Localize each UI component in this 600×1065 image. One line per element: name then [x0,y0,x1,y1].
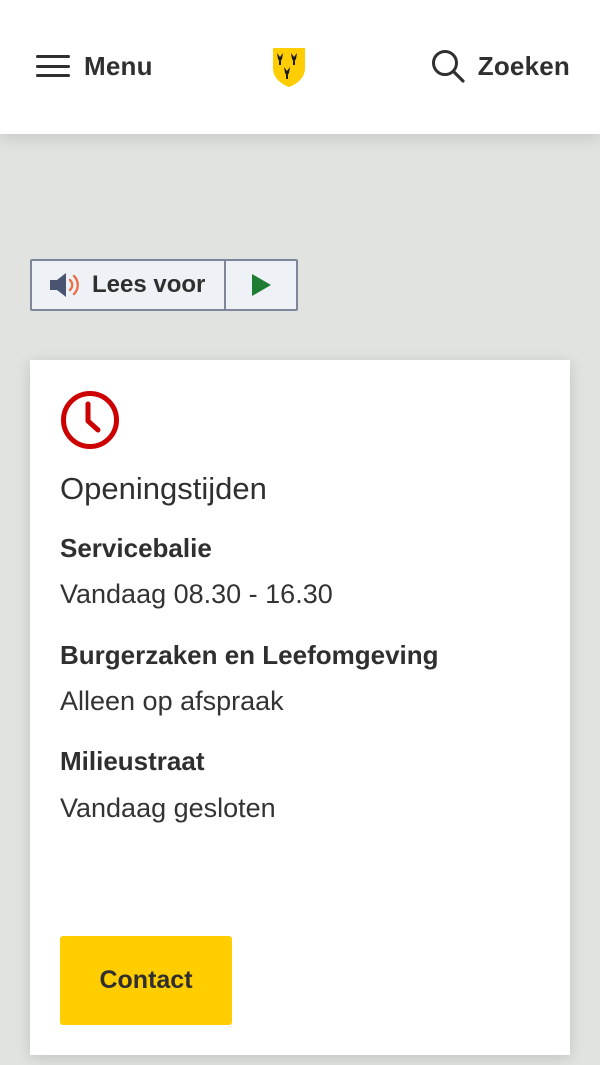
location-name: Burgerzaken en Leefomgeving [60,639,439,670]
search-label: Zoeken [477,50,570,81]
speaker-icon [50,273,79,297]
opening-hours-item-burgerzaken: Burgerzaken en Leefomgeving Alleen op af… [60,640,540,718]
search-button[interactable]: Zoeken [430,46,570,86]
read-aloud-button[interactable]: Lees voor [32,261,226,309]
play-button[interactable] [226,261,296,309]
opening-hours-card: Openingstijden Servicebalie Vandaag 08.3… [30,360,570,1055]
location-name: Servicebalie [60,533,212,564]
location-hours: Alleen op afspraak [60,685,284,716]
opening-hours-title: Openingstijden [60,471,267,506]
site-header: Menu Zoeken [0,0,600,134]
readspeaker-widget: Lees voor [30,259,298,311]
play-icon [252,274,271,296]
opening-hours-item-servicebalie: Servicebalie Vandaag 08.30 - 16.30 [60,533,540,611]
search-icon [431,50,465,83]
menu-label: Menu [84,50,153,81]
contact-button[interactable]: Contact [60,936,232,1025]
clock-icon [61,391,119,449]
read-aloud-label: Lees voor [92,271,206,298]
location-name: Milieustraat [60,746,205,777]
opening-hours-item-milieustraat: Milieustraat Vandaag gesloten [60,746,540,824]
location-hours: Vandaag gesloten [60,792,276,823]
hamburger-icon [36,55,70,77]
location-hours: Vandaag 08.30 - 16.30 [60,579,333,610]
menu-button[interactable]: Menu [36,48,153,84]
coat-of-arms-icon[interactable] [271,46,307,88]
